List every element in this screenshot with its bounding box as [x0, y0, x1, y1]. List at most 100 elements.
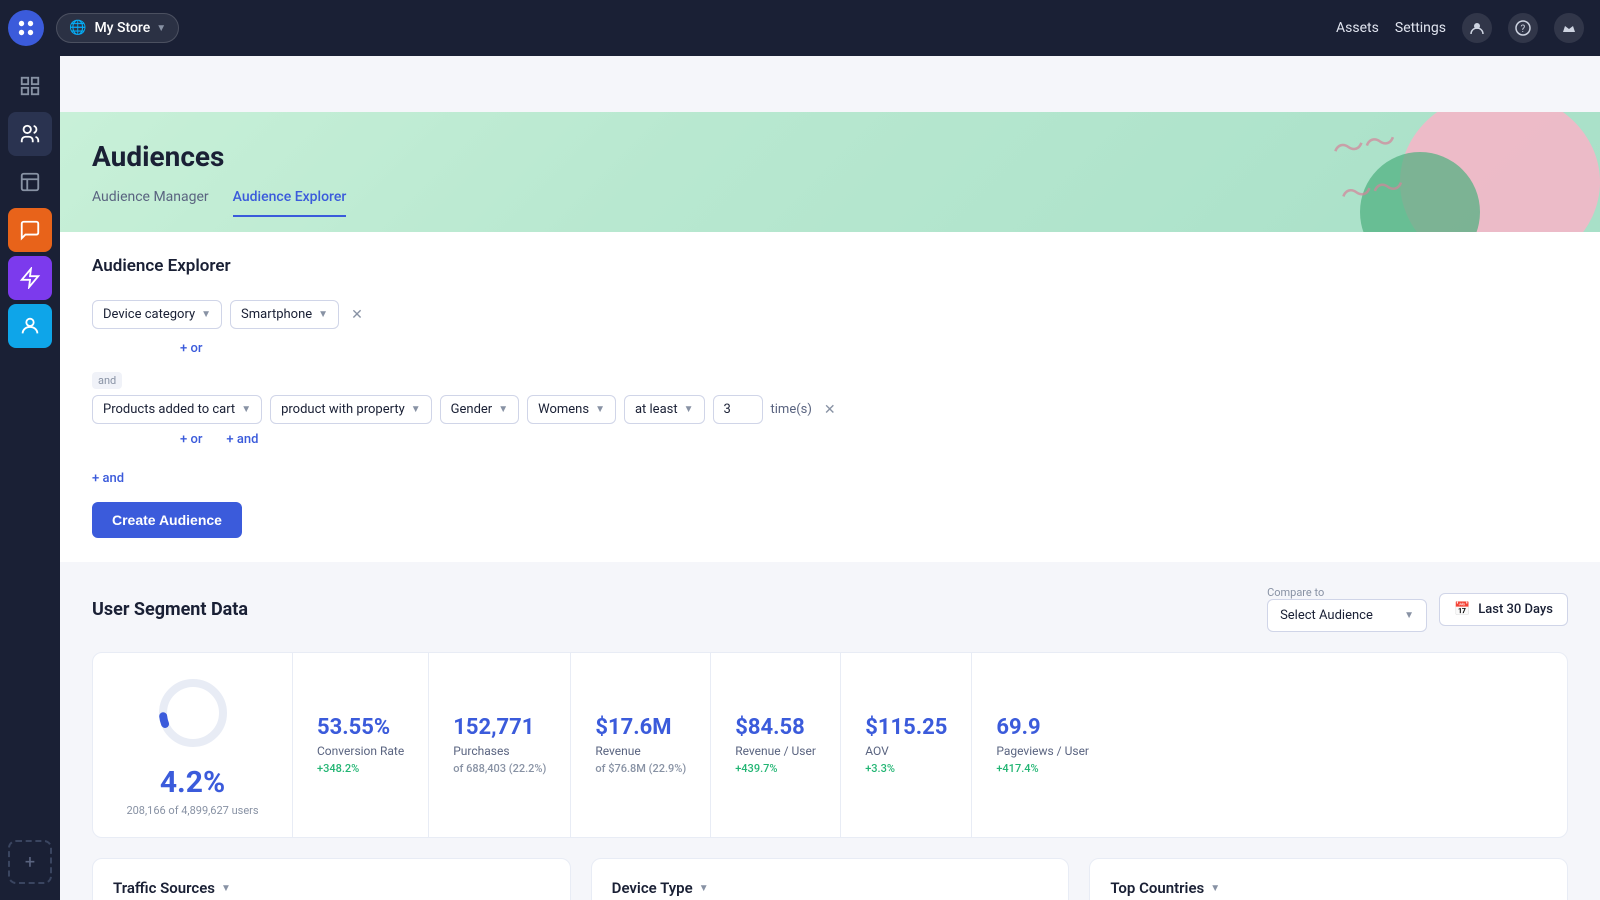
filter-row-2: Products added to cart ▼ product with pr…: [92, 395, 1568, 447]
stats-card: 4.2% 208,166 of 4,899,627 users 53.55% C…: [92, 652, 1568, 838]
filter1-or-row: + or: [180, 337, 1568, 356]
donut-sub: 208,166 of 4,899,627 users: [126, 804, 258, 817]
filter2-property-key-text: Gender: [451, 402, 493, 417]
filter2-label-dropdown[interactable]: Products added to cart ▼: [92, 395, 262, 424]
stat-name-rev-user: Revenue / User: [735, 744, 816, 758]
stat-value-revenue: $17.6M: [595, 715, 686, 740]
filter1-add-or[interactable]: + or: [180, 341, 202, 356]
stat-conversion-rate: 53.55% Conversion Rate +348.2%: [293, 653, 429, 837]
sidebar-item-personalize[interactable]: [8, 304, 52, 348]
filter2-property-key-chevron: ▼: [498, 404, 508, 415]
filter-row-1: Device category ▼ Smartphone ▼ ✕ + or: [92, 300, 1568, 356]
date-range-button[interactable]: 📅 Last 30 Days: [1439, 593, 1568, 626]
topbar: 🌐 My Store ▼ Assets Settings ?: [0, 0, 1600, 56]
filter2-count-input[interactable]: 3: [713, 395, 763, 424]
filter1-value-chevron: ▼: [318, 309, 328, 320]
date-range-text: Last 30 Days: [1478, 602, 1553, 617]
compare-select-dropdown[interactable]: Select Audience ▼: [1267, 599, 1427, 632]
tab-audience-explorer[interactable]: Audience Explorer: [233, 189, 347, 217]
topbar-right: Assets Settings ?: [1336, 13, 1584, 43]
store-chevron-icon: ▼: [156, 23, 166, 34]
stat-value-aov: $115.25: [865, 715, 947, 740]
sidebar-item-messages[interactable]: [8, 208, 52, 252]
stat-change-aov: +3.3%: [865, 762, 947, 775]
donut-chart: [153, 673, 233, 753]
segment-header: User Segment Data Compare to Select Audi…: [92, 586, 1568, 632]
filter2-add-and[interactable]: + and: [226, 432, 258, 447]
calendar-icon: 📅: [1454, 602, 1470, 617]
store-name: My Store: [94, 20, 150, 36]
bottom-cards-row: Traffic Sources ▼ Device Type ▼ Top Coun…: [92, 858, 1568, 900]
stat-revenue: $17.6M Revenue of $76.8M (22.9%): [571, 653, 711, 837]
compare-select-text: Select Audience: [1280, 608, 1373, 623]
globe-icon: 🌐: [69, 20, 86, 36]
filter2-property-value-chevron: ▼: [595, 404, 605, 415]
stat-value-conversion: 53.55%: [317, 715, 404, 740]
stat-name-aov: AOV: [865, 744, 947, 758]
sidebar-item-audiences[interactable]: [8, 112, 52, 156]
filter2-operator-text: at least: [635, 402, 678, 417]
sidebar-item-campaigns[interactable]: [8, 160, 52, 204]
filter2-operator-chevron: ▼: [684, 404, 694, 415]
add-and-row: + and: [92, 463, 1568, 486]
filter2-close-icon[interactable]: ✕: [820, 400, 840, 420]
filter1-label-dropdown[interactable]: Device category ▼: [92, 300, 222, 329]
filter2-property-key-dropdown[interactable]: Gender ▼: [440, 395, 519, 424]
compare-chevron-icon: ▼: [1404, 610, 1414, 621]
and-connector: and: [92, 372, 122, 389]
stat-name-revenue: Revenue: [595, 744, 686, 758]
donut-percent: 4.2%: [160, 765, 225, 800]
sidebar-item-automation[interactable]: [8, 256, 52, 300]
sidebar: +: [0, 56, 60, 900]
filter2-property-value-text: Womens: [538, 402, 589, 417]
nav-settings[interactable]: Settings: [1395, 20, 1446, 36]
add-and-button[interactable]: + and: [92, 471, 124, 486]
filter2-bottom-row: + or + and: [180, 432, 1568, 447]
stat-change-revenue: of $76.8M (22.9%): [595, 762, 686, 775]
traffic-sources-chevron[interactable]: ▼: [221, 883, 231, 894]
stat-purchases: 152,771 Purchases of 688,403 (22.2%): [429, 653, 571, 837]
user-icon[interactable]: [1462, 13, 1492, 43]
segment-controls: Compare to Select Audience ▼ 📅 Last 30 D…: [1267, 586, 1568, 632]
tab-audience-manager[interactable]: Audience Manager: [92, 189, 209, 217]
segment-section: User Segment Data Compare to Select Audi…: [60, 562, 1600, 900]
top-countries-title: Top Countries ▼: [1110, 879, 1547, 897]
device-type-card: Device Type ▼: [591, 858, 1070, 900]
stat-change-purchases: of 688,403 (22.2%): [453, 762, 546, 775]
create-audience-button[interactable]: Create Audience: [92, 502, 242, 538]
top-countries-card: Top Countries ▼: [1089, 858, 1568, 900]
filter1-value-dropdown[interactable]: Smartphone ▼: [230, 300, 339, 329]
filter2-type-text: product with property: [281, 402, 405, 417]
nav-assets[interactable]: Assets: [1336, 20, 1379, 36]
filter2-add-or[interactable]: + or: [180, 432, 202, 447]
explorer-title: Audience Explorer: [92, 256, 1568, 276]
stat-aov: $115.25 AOV +3.3%: [841, 653, 972, 837]
compare-label: Compare to: [1267, 586, 1427, 599]
store-selector[interactable]: 🌐 My Store ▼: [56, 13, 179, 43]
sidebar-add-button[interactable]: +: [8, 840, 52, 884]
filter2-type-dropdown[interactable]: product with property ▼: [270, 395, 432, 424]
sidebar-item-dashboard[interactable]: [8, 64, 52, 108]
top-countries-chevron[interactable]: ▼: [1210, 883, 1220, 894]
stat-name-purchases: Purchases: [453, 744, 546, 758]
stat-revenue-per-user: $84.58 Revenue / User +439.7%: [711, 653, 841, 837]
compare-control: Compare to Select Audience ▼: [1267, 586, 1427, 632]
filter1-label-text: Device category: [103, 307, 195, 322]
stat-name-conversion: Conversion Rate: [317, 744, 404, 758]
stat-pageviews: 69.9 Pageviews / User +417.4%: [972, 653, 1113, 837]
stat-change-pageviews: +417.4%: [996, 762, 1089, 775]
filter2-count-value: 3: [724, 402, 731, 417]
topbar-logo: [8, 10, 44, 46]
filter2-property-value-dropdown[interactable]: Womens ▼: [527, 395, 616, 424]
filter2-label-text: Products added to cart: [103, 402, 235, 417]
filter1-close-icon[interactable]: ✕: [347, 305, 367, 325]
filter2-unit: time(s): [771, 402, 812, 417]
filter2-operator-dropdown[interactable]: at least ▼: [624, 395, 705, 424]
device-type-chevron[interactable]: ▼: [699, 883, 709, 894]
crown-icon[interactable]: [1554, 13, 1584, 43]
filter2-type-chevron: ▼: [411, 404, 421, 415]
stat-value-purchases: 152,771: [453, 715, 546, 740]
filter-row-1-main: Device category ▼ Smartphone ▼ ✕: [92, 300, 1568, 329]
help-icon[interactable]: ?: [1508, 13, 1538, 43]
audience-explorer-section: Audience Explorer Device category ▼ Smar…: [60, 232, 1600, 562]
